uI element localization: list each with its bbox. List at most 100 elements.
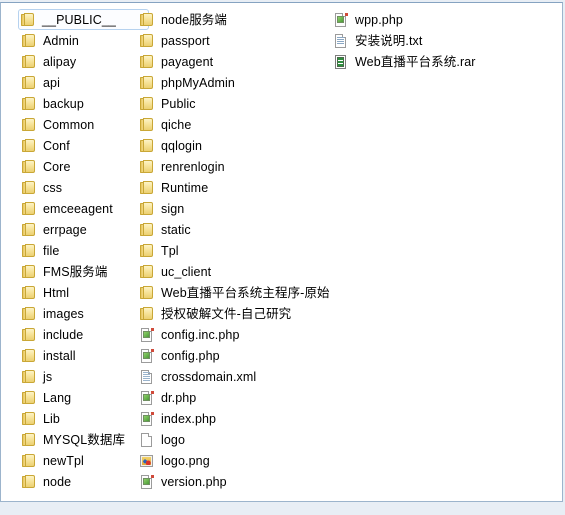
item-label: MYSQL数据库 <box>43 432 126 447</box>
folder-icon <box>21 117 37 133</box>
item-label: 安装说明.txt <box>355 33 423 48</box>
folder-item[interactable]: newTpl <box>19 450 149 471</box>
folder-item[interactable]: qiche <box>137 114 342 135</box>
file-item[interactable]: index.php <box>137 408 342 429</box>
folder-item[interactable]: qqlogin <box>137 135 342 156</box>
item-label: Lang <box>43 390 72 405</box>
file-item[interactable]: crossdomain.xml <box>137 366 342 387</box>
file-column-3: wpp.php 安装说明.txt Web直播平台系统.rar <box>331 9 551 72</box>
folder-item[interactable]: sign <box>137 198 342 219</box>
folder-icon <box>20 12 36 28</box>
folder-icon <box>21 159 37 175</box>
folder-icon <box>139 222 155 238</box>
item-label: alipay <box>43 54 77 69</box>
folder-item[interactable]: payagent <box>137 51 342 72</box>
folder-item[interactable]: Web直播平台系统主程序-原始 <box>137 282 342 303</box>
folder-item[interactable]: js <box>19 366 149 387</box>
folder-item[interactable]: Runtime <box>137 177 342 198</box>
folder-item[interactable]: Core <box>19 156 149 177</box>
folder-item[interactable]: static <box>137 219 342 240</box>
item-label: node <box>43 474 72 489</box>
item-label: config.php <box>161 348 220 363</box>
folder-item[interactable]: Lib <box>19 408 149 429</box>
item-label: Core <box>43 159 71 174</box>
file-item[interactable]: wpp.php <box>331 9 551 30</box>
folder-item[interactable]: node <box>19 471 149 492</box>
folder-item[interactable]: passport <box>137 30 342 51</box>
folder-icon <box>139 138 155 154</box>
item-label: phpMyAdmin <box>161 75 235 90</box>
item-label: index.php <box>161 411 217 426</box>
folder-item[interactable]: backup <box>19 93 149 114</box>
item-label: payagent <box>161 54 214 69</box>
folder-item[interactable]: errpage <box>19 219 149 240</box>
folder-item[interactable]: install <box>19 345 149 366</box>
folder-icon <box>21 432 37 448</box>
file-item[interactable]: dr.php <box>137 387 342 408</box>
folder-icon <box>139 264 155 280</box>
file-item[interactable]: Web直播平台系统.rar <box>331 51 551 72</box>
item-label: FMS服务端 <box>43 264 108 279</box>
folder-icon <box>21 75 37 91</box>
file-item[interactable]: 安装说明.txt <box>331 30 551 51</box>
item-label: renrenlogin <box>161 159 225 174</box>
folder-item[interactable]: phpMyAdmin <box>137 72 342 93</box>
item-label: crossdomain.xml <box>161 369 257 384</box>
folder-icon <box>139 201 155 217</box>
folder-item[interactable]: node服务端 <box>137 9 342 30</box>
folder-icon <box>21 264 37 280</box>
php-file-icon <box>139 348 155 364</box>
item-label: dr.php <box>161 390 197 405</box>
item-label: logo.png <box>161 453 210 468</box>
item-label: backup <box>43 96 84 111</box>
item-label: node服务端 <box>161 12 228 27</box>
item-label: logo <box>161 432 186 447</box>
blank-file-icon <box>139 432 155 448</box>
item-label: images <box>43 306 84 321</box>
folder-item[interactable]: file <box>19 240 149 261</box>
folder-item[interactable]: renrenlogin <box>137 156 342 177</box>
folder-item[interactable]: Html <box>19 282 149 303</box>
item-label: Public <box>161 96 196 111</box>
file-item[interactable]: config.inc.php <box>137 324 342 345</box>
folder-item[interactable]: Lang <box>19 387 149 408</box>
item-label: include <box>43 327 84 342</box>
file-column-1: __PUBLIC__ Admin alipay api backup Common Conf… <box>18 9 149 492</box>
item-label: qiche <box>161 117 192 132</box>
folder-item[interactable]: Conf <box>19 135 149 156</box>
folder-item[interactable]: __PUBLIC__ <box>18 9 149 30</box>
file-item[interactable]: config.php <box>137 345 342 366</box>
folder-item[interactable]: Public <box>137 93 342 114</box>
file-list-columns: __PUBLIC__ Admin alipay api backup Common Conf… <box>1 3 562 501</box>
png-file-icon <box>139 453 155 469</box>
folder-item[interactable]: include <box>19 324 149 345</box>
folder-item[interactable]: api <box>19 72 149 93</box>
folder-item[interactable]: emceeagent <box>19 198 149 219</box>
php-file-icon <box>139 327 155 343</box>
item-label: __PUBLIC__ <box>42 12 116 27</box>
folder-icon <box>21 54 37 70</box>
folder-item[interactable]: 授权破解文件-自己研究 <box>137 303 342 324</box>
folder-item[interactable]: alipay <box>19 51 149 72</box>
folder-item[interactable]: FMS服务端 <box>19 261 149 282</box>
item-label: Runtime <box>161 180 209 195</box>
file-item[interactable]: version.php <box>137 471 342 492</box>
folder-item[interactable]: css <box>19 177 149 198</box>
folder-item[interactable]: uc_client <box>137 261 342 282</box>
file-item[interactable]: logo.png <box>137 450 342 471</box>
item-label: uc_client <box>161 264 212 279</box>
item-label: api <box>43 75 60 90</box>
folder-icon <box>21 201 37 217</box>
file-list-pane[interactable]: __PUBLIC__ Admin alipay api backup Common Conf… <box>0 2 563 502</box>
folder-icon <box>21 138 37 154</box>
folder-icon <box>21 327 37 343</box>
item-label: css <box>43 180 63 195</box>
file-item[interactable]: logo <box>137 429 342 450</box>
folder-item[interactable]: MYSQL数据库 <box>19 429 149 450</box>
folder-icon <box>21 243 37 259</box>
txt-file-icon <box>333 33 349 49</box>
folder-item[interactable]: Common <box>19 114 149 135</box>
folder-item[interactable]: images <box>19 303 149 324</box>
folder-item[interactable]: Tpl <box>137 240 342 261</box>
folder-item[interactable]: Admin <box>19 30 149 51</box>
